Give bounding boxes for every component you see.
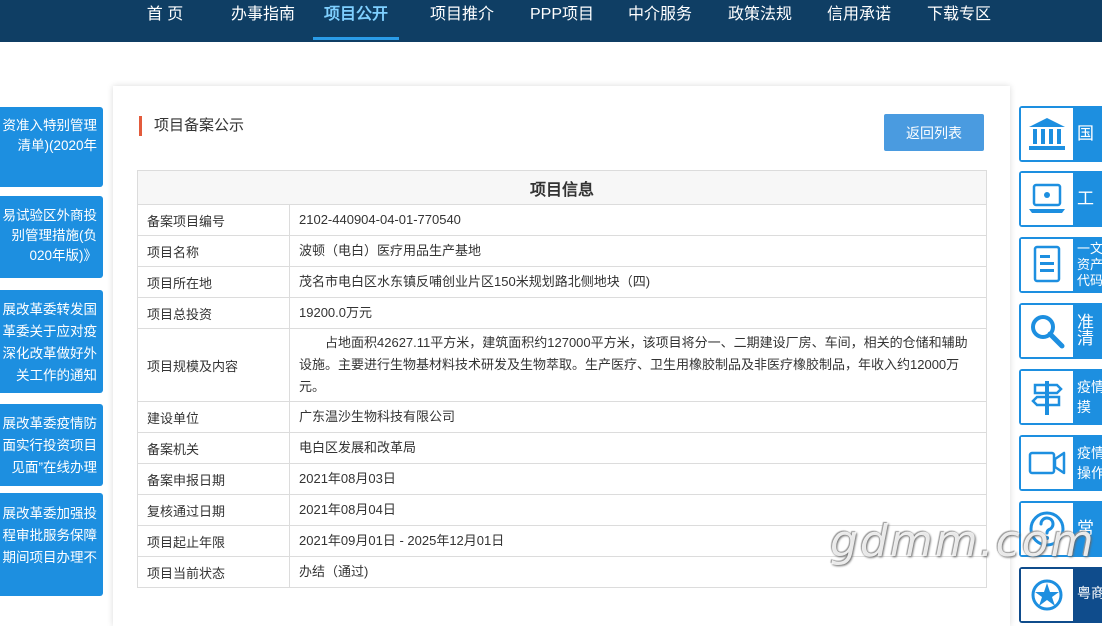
tile-label: 操作	[1077, 465, 1102, 481]
tile-label: 疫情	[1077, 445, 1102, 461]
row-label: 项目起止年限	[137, 525, 290, 557]
news-line: 展改革委加强投	[2, 506, 98, 521]
certificate-icon	[1033, 245, 1061, 283]
left-news-card[interactable]: 展改革委加强投 程审批服务保障 期间项目办理不	[0, 493, 103, 596]
nav-policy[interactable]: 政策法规	[719, 0, 801, 42]
nav-active-underline	[313, 37, 399, 40]
news-line: 资准入特别管理	[2, 118, 98, 133]
row-value: 2021年08月03日	[289, 463, 987, 495]
right-tile-search[interactable]: 准 清	[1019, 303, 1102, 359]
government-building-icon	[1029, 118, 1065, 150]
row-value: 占地面积42627.11平方米，建筑面积约127000平方米，该项目将分一、二期…	[289, 328, 987, 402]
top-nav: 首 页 办事指南 项目公开 项目推介 PPP项目 中介服务 政策法规 信用承诺 …	[0, 0, 1102, 42]
row-label: 复核通过日期	[137, 494, 290, 526]
nav-download[interactable]: 下载专区	[917, 0, 1001, 42]
video-icon	[1028, 451, 1066, 475]
table-title: 项目信息	[137, 170, 987, 205]
section-title: 项目备案公示	[139, 116, 244, 136]
back-to-list-button[interactable]: 返回列表	[884, 114, 984, 151]
news-line: 易试验区外商投	[2, 208, 98, 223]
table-row: 备案申报日期 2021年08月03日	[137, 463, 987, 495]
table-row: 备案机关 电白区发展和改革局	[137, 432, 987, 464]
right-tile-certificate[interactable]: 一文 资产 代码	[1019, 237, 1102, 293]
row-value: 19200.0万元	[289, 297, 987, 329]
right-tile-epidemic-operation[interactable]: 疫情 操作	[1019, 435, 1102, 491]
laptop-icon	[1029, 183, 1065, 213]
table-row: 备案项目编号 2102-440904-04-01-770540	[137, 204, 987, 236]
tile-label: 国	[1077, 124, 1094, 143]
nav-project-public[interactable]: 项目公开	[313, 0, 399, 42]
row-value: 2102-440904-04-01-770540	[289, 204, 987, 236]
tile-label: 疫情	[1077, 379, 1102, 395]
nav-agency[interactable]: 中介服务	[619, 0, 701, 42]
right-tile-epidemic-guide[interactable]: 疫情 摸	[1019, 369, 1102, 425]
table-header-row: 项目信息	[137, 170, 987, 205]
row-label: 备案申报日期	[137, 463, 290, 495]
nav-home[interactable]: 首 页	[138, 0, 192, 42]
table-row: 项目名称 波顿（电白）医疗用品生产基地	[137, 235, 987, 267]
table-row: 项目规模及内容 占地面积42627.11平方米，建筑面积约127000平方米，该项…	[137, 328, 987, 402]
row-label: 备案项目编号	[137, 204, 290, 236]
right-tile-government[interactable]: 国	[1019, 106, 1102, 162]
news-line: 期间项目办理不	[2, 550, 98, 565]
news-line: 清单)(2020年	[17, 138, 97, 153]
nav-credit[interactable]: 信用承诺	[818, 0, 900, 42]
tile-label: 代码	[1077, 273, 1102, 288]
table-row: 项目所在地 茂名市电白区水东镇反哺创业片区150米规划路北侧地块（四)	[137, 266, 987, 298]
news-line: 别管理措施(负	[11, 228, 98, 243]
tile-label: 摸	[1077, 399, 1091, 415]
tile-label: 粤商	[1077, 585, 1102, 601]
news-line: 革委关于应对疫	[2, 324, 98, 339]
row-value: 茂名市电白区水东镇反哺创业片区150米规划路北侧地块（四)	[289, 266, 987, 298]
nav-project-promo[interactable]: 项目推介	[421, 0, 503, 42]
right-tile-guangdong[interactable]: 粤商	[1019, 567, 1102, 623]
news-line: 展改革委疫情防	[2, 416, 98, 431]
left-news-card[interactable]: 展改革委转发国 革委关于应对疫 深化改革做好外 关工作的通知	[0, 290, 103, 393]
news-line: 面实行投资项目	[2, 438, 98, 453]
tile-label: 工	[1077, 189, 1094, 208]
watermark: gdmm.com	[830, 516, 1096, 567]
row-value: 波顿（电白）医疗用品生产基地	[289, 235, 987, 267]
row-label: 备案机关	[137, 432, 290, 464]
nav-ppp[interactable]: PPP项目	[522, 0, 602, 42]
nav-guide[interactable]: 办事指南	[222, 0, 304, 42]
news-line: 关工作的通知	[16, 368, 97, 383]
right-tile-work[interactable]: 工	[1019, 171, 1102, 227]
search-icon	[1031, 315, 1065, 349]
news-line: 深化改革做好外	[2, 346, 98, 361]
tile-label: 资产	[1077, 257, 1102, 272]
tile-label: 清	[1077, 329, 1094, 348]
news-line: 见面”在线办理	[11, 460, 98, 475]
row-value: 广东温沙生物科技有限公司	[289, 401, 987, 433]
nav-project-public-label: 项目公开	[323, 6, 388, 23]
news-line: 展改革委转发国	[2, 302, 98, 317]
table-row: 建设单位 广东温沙生物科技有限公司	[137, 401, 987, 433]
row-label: 建设单位	[137, 401, 290, 433]
tile-label: 一文	[1077, 241, 1102, 256]
row-label: 项目名称	[137, 235, 290, 267]
row-label: 项目当前状态	[137, 556, 290, 588]
row-value: 电白区发展和改革局	[289, 432, 987, 464]
emblem-icon	[1031, 579, 1063, 611]
row-label: 项目规模及内容	[137, 328, 290, 402]
signpost-icon	[1031, 381, 1063, 415]
left-news-card[interactable]: 展改革委疫情防 面实行投资项目 见面”在线办理	[0, 404, 103, 486]
news-line: 020年版)》	[29, 248, 97, 263]
row-label: 项目所在地	[137, 266, 290, 298]
table-row: 项目总投资 19200.0万元	[137, 297, 987, 329]
left-news-card[interactable]: 资准入特别管理 清单)(2020年	[0, 107, 103, 187]
news-line: 程审批服务保障	[2, 528, 98, 543]
row-label: 项目总投资	[137, 297, 290, 329]
left-news-card[interactable]: 易试验区外商投 别管理措施(负 020年版)》	[0, 196, 103, 278]
